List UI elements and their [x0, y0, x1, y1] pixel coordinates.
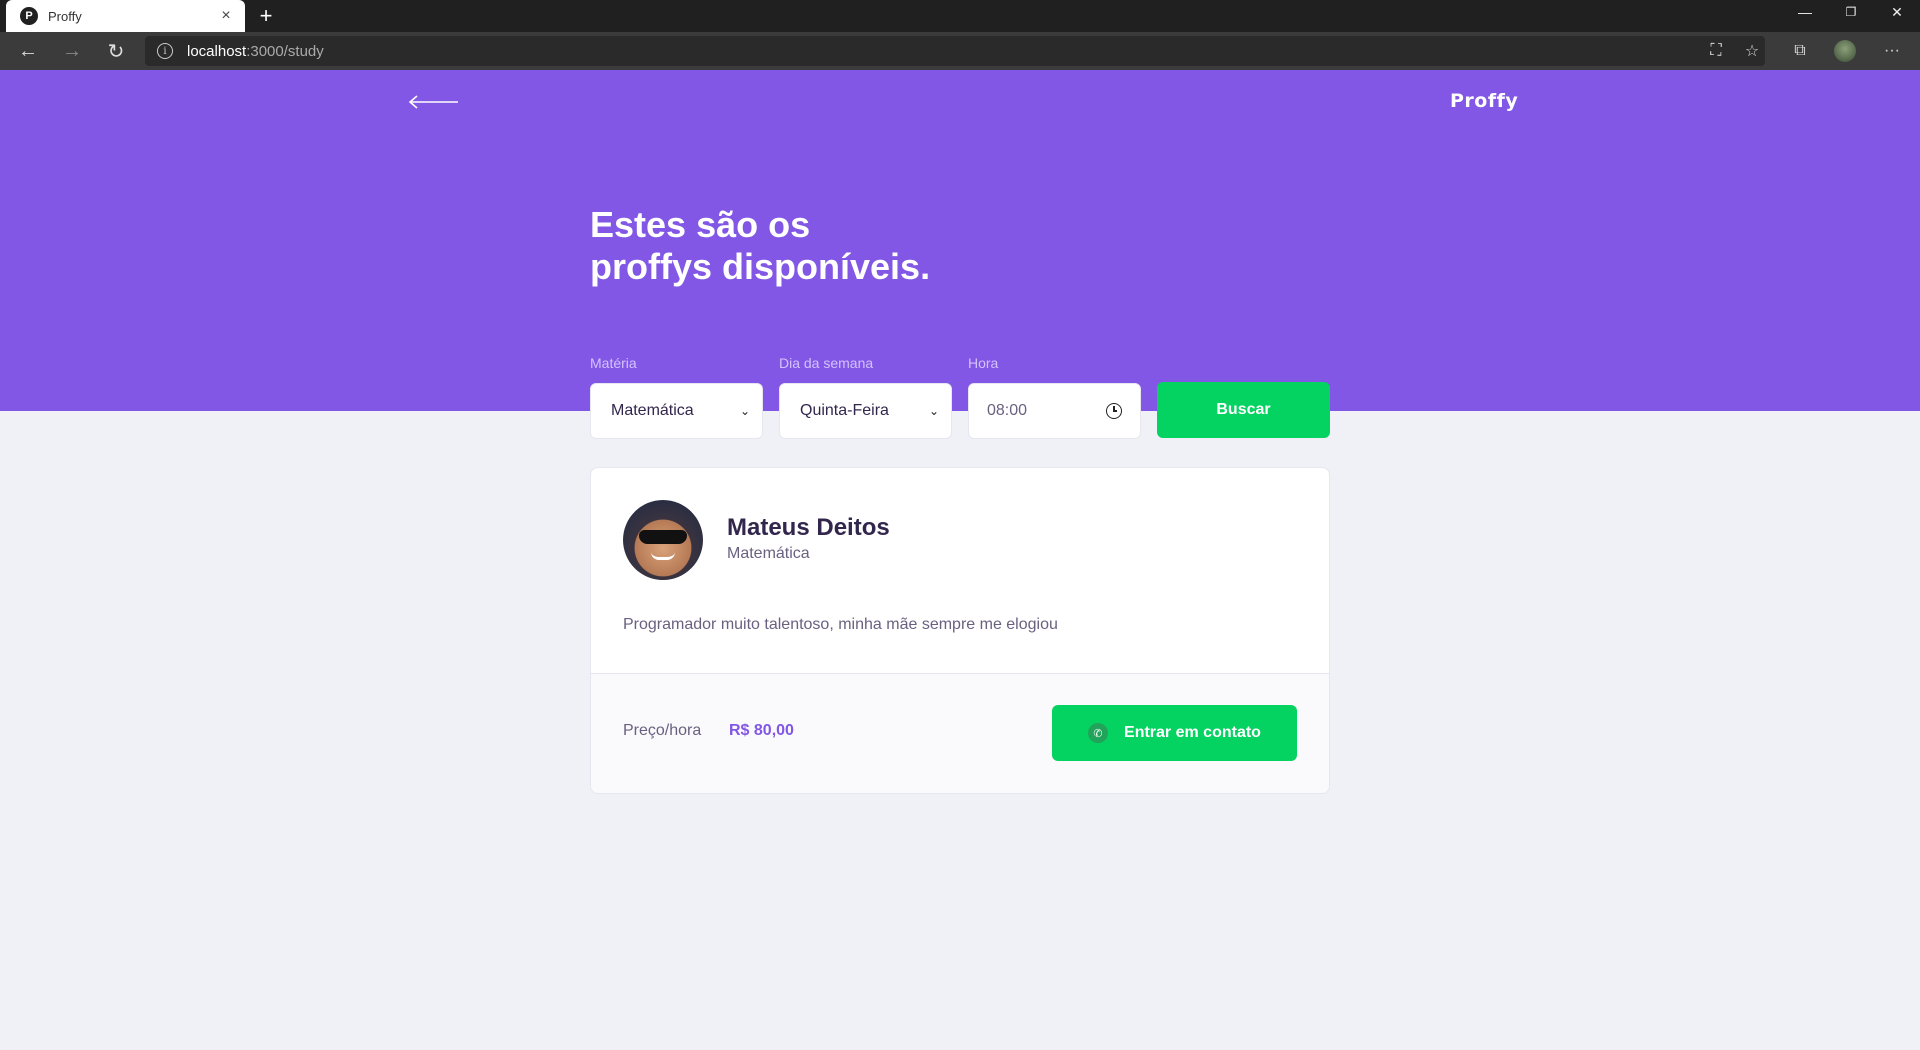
tab-close-icon[interactable]: × [217, 7, 235, 25]
collections-icon[interactable]: ⧉ [1787, 38, 1813, 64]
page-title: Estes são os proffys disponíveis. [590, 204, 1090, 288]
time-input-value: 08:00 [987, 402, 1028, 419]
forward-icon[interactable]: → [56, 36, 88, 66]
whatsapp-icon: ✆ [1088, 723, 1109, 743]
page-title-line2: proffys disponíveis. [590, 246, 931, 287]
teacher-subject: Matemática [727, 545, 810, 562]
clock-icon[interactable] [1106, 403, 1122, 419]
read-aloud-icon[interactable]: ⛶ [1703, 38, 1729, 64]
time-label: Hora [968, 355, 999, 371]
contact-button[interactable]: ✆ Entrar em contato [1052, 705, 1297, 761]
teacher-card: Mateus Deitos Matemática Programador mui… [590, 467, 1330, 794]
browser-profile-avatar[interactable] [1834, 40, 1856, 62]
card-footer: Preço/hora R$ 80,00 ✆ Entrar em contato [591, 673, 1329, 793]
price-value: R$ 80,00 [729, 722, 794, 739]
teacher-bio: Programador muito talentoso, minha mãe s… [623, 616, 1058, 633]
favorite-star-icon[interactable]: ☆ [1739, 38, 1765, 64]
back-arrow-icon[interactable] [408, 94, 460, 110]
url-input[interactable]: i localhost:3000/study [145, 36, 1765, 66]
weekday-select[interactable]: Quinta-Feira ⌄ [779, 383, 952, 439]
price-label: Preço/hora [623, 722, 702, 739]
avatar-smile [651, 552, 675, 560]
back-icon[interactable]: ← [12, 36, 44, 66]
contact-button-label: Entrar em contato [1124, 724, 1261, 741]
url-host: localhost [187, 42, 247, 60]
minimize-window-button[interactable]: — [1782, 0, 1828, 24]
reload-icon[interactable]: ↻ [100, 36, 132, 66]
weekday-select-value: Quinta-Feira [800, 402, 889, 419]
time-input[interactable]: 08:00 [968, 383, 1141, 439]
browser-tab[interactable]: P Proffy × [6, 0, 245, 32]
close-window-button[interactable]: ✕ [1874, 0, 1920, 24]
avatar-glasses [639, 530, 687, 544]
subject-select-value: Matemática [611, 402, 694, 419]
browser-tab-bar: P Proffy × + — ❐ ✕ [0, 0, 1920, 32]
chevron-down-icon: ⌄ [739, 404, 750, 418]
subject-label: Matéria [590, 355, 637, 371]
tab-title: Proffy [48, 8, 82, 24]
weekday-label: Dia da semana [779, 355, 874, 371]
url-path: :3000/study [246, 42, 324, 60]
address-bar: ← → ↻ i localhost:3000/study ⛶ ☆ ⧉ ··· [0, 32, 1920, 70]
search-button[interactable]: Buscar [1157, 382, 1330, 438]
page-title-line1: Estes são os [590, 204, 811, 245]
site-info-icon[interactable]: i [157, 43, 173, 59]
proffy-favicon-icon: P [20, 7, 38, 25]
new-tab-button[interactable]: + [252, 2, 280, 30]
brand-logo: Proffy [1450, 90, 1519, 112]
subject-select[interactable]: Matemática ⌄ [590, 383, 763, 439]
chevron-down-icon: ⌄ [928, 404, 939, 418]
teacher-name: Mateus Deitos [727, 514, 890, 541]
avatar [623, 500, 703, 580]
more-options-icon[interactable]: ··· [1879, 38, 1905, 64]
restore-window-button[interactable]: ❐ [1828, 0, 1874, 24]
